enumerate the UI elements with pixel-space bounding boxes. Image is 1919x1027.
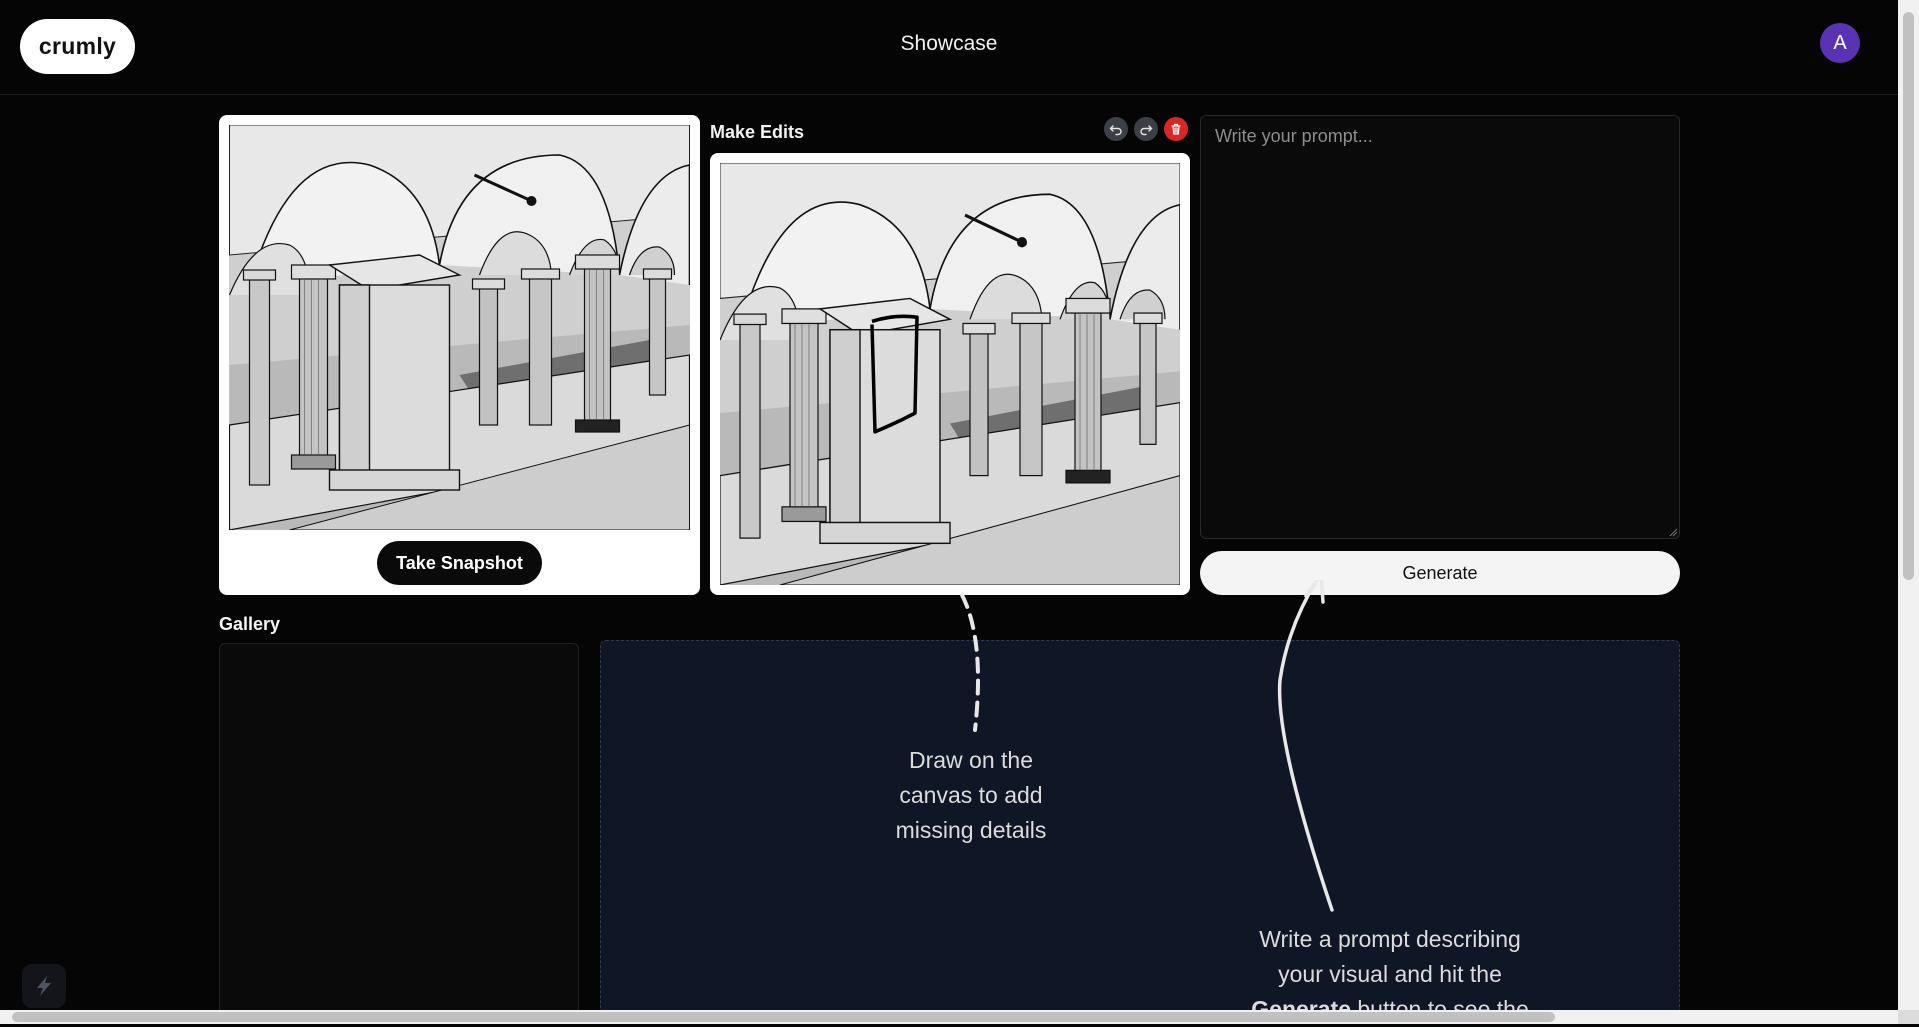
page-title: Showcase <box>900 32 998 55</box>
snapshot-panel <box>219 115 700 595</box>
redo-button[interactable] <box>1134 117 1158 141</box>
redo-icon <box>1140 125 1153 136</box>
take-snapshot-button[interactable]: Take Snapshot <box>377 541 542 585</box>
vertical-scrollbar[interactable] <box>1898 0 1919 1010</box>
drawing-canvas[interactable] <box>720 163 1180 585</box>
edit-panel <box>710 153 1190 595</box>
clear-canvas-button[interactable] <box>1164 117 1188 141</box>
make-edits-label: Make Edits <box>710 122 805 142</box>
prompt-input[interactable] <box>1200 115 1680 539</box>
resize-handle-icon[interactable] <box>1668 527 1678 537</box>
draw-hint: Draw on the canvas to add missing detail… <box>895 747 1047 843</box>
horizontal-scrollbar[interactable] <box>0 1010 1898 1024</box>
assistant-launcher-button[interactable] <box>22 964 66 1008</box>
undo-icon <box>1109 125 1122 136</box>
hint-arrows <box>960 580 1334 912</box>
gallery-list <box>219 643 579 1024</box>
scrollbar-corner <box>1898 1010 1919 1024</box>
dashed-arrow-icon <box>960 593 980 732</box>
lightning-icon <box>37 976 51 996</box>
curved-arrow-icon <box>1277 580 1334 912</box>
undo-button[interactable] <box>1104 117 1128 141</box>
gallery-label: Gallery <box>219 614 281 634</box>
scene-viewport[interactable] <box>229 125 690 530</box>
avatar[interactable]: A <box>1820 23 1860 63</box>
top-bar: crumly Showcase A <box>0 0 1898 95</box>
trash-icon <box>1171 123 1181 135</box>
